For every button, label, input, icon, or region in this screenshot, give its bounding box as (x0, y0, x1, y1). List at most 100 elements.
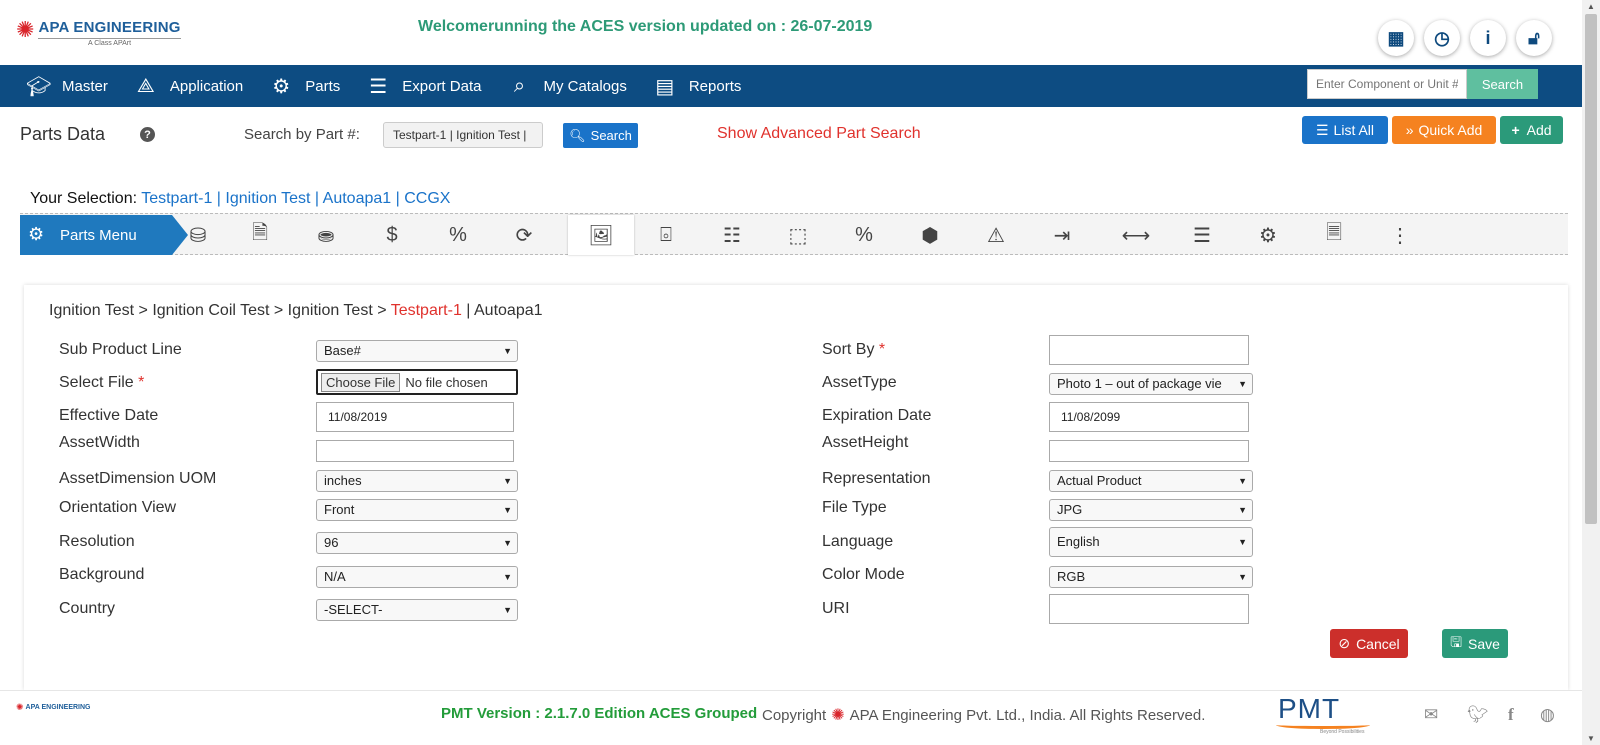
globe-icon[interactable]: ◍ (1540, 705, 1555, 725)
page-scrollbar[interactable]: ▲ ▼ (1582, 0, 1600, 745)
cancel-icon: ⊘ (1338, 635, 1351, 651)
facebook-icon[interactable]: f (1508, 705, 1514, 725)
file-type-select[interactable]: JPG ▼ (1049, 499, 1253, 521)
uri-label: URI (822, 600, 850, 617)
asset-form-panel: Ignition Test > Ignition Coil Test > Ign… (24, 285, 1568, 690)
main-nav: 🎓︎ Master ⟁ Application ⚙ Parts ☰ Export… (0, 65, 1582, 107)
resolution-select[interactable]: 96 ▼ (316, 532, 518, 554)
parts-menu-button[interactable]: ⚙ Parts Menu (20, 215, 188, 255)
image-icon[interactable]: 🖼︎ (568, 215, 634, 255)
nav-label: Parts (305, 77, 341, 95)
asset-type-select[interactable]: Photo 1 – out of package vie ▼ (1049, 373, 1253, 395)
part-search-input[interactable]: Testpart-1 | Ignition Test | (383, 122, 543, 148)
logo-tagline: A Class APArt (38, 38, 181, 47)
doc-info2-icon[interactable]: 🗏︎ (1314, 215, 1354, 255)
percent-doc-icon[interactable]: % (438, 215, 478, 255)
language-select[interactable]: English ▼ (1049, 527, 1253, 557)
dropdown-arrow-icon: ▼ (1238, 537, 1247, 547)
nav-item-reports[interactable]: ▤ Reports (653, 65, 741, 107)
choose-file-button[interactable]: Choose File (321, 372, 401, 392)
bom-icon[interactable]: ☷ (712, 215, 752, 255)
info-icon[interactable]: i (1470, 20, 1506, 56)
background-select[interactable]: N/A ▼ (316, 566, 518, 588)
doc-settings-icon[interactable]: ⚙ (1248, 215, 1288, 255)
file-input[interactable]: Choose File No file chosen (316, 369, 518, 395)
country-value: -SELECT- (324, 602, 383, 617)
cancel-label: Cancel (1356, 635, 1400, 652)
database-gear-icon[interactable]: ⛁ (178, 215, 218, 255)
discount-icon[interactable]: % (844, 215, 884, 255)
clock-icon[interactable]: ◷ (1424, 20, 1460, 56)
nav-item-export-data[interactable]: ☰ Export Data (366, 65, 481, 107)
selection-value[interactable]: Testpart-1 | Ignition Test | Autoapa1 | … (141, 190, 450, 207)
color-mode-value: RGB (1057, 569, 1086, 584)
money-hand-icon[interactable]: ⛂ (306, 215, 346, 255)
export-icon[interactable]: ⇥ (1042, 215, 1082, 255)
twitter-icon[interactable]: 🐦︎ (1467, 705, 1489, 725)
asset-uom-select[interactable]: inches ▼ (316, 470, 518, 492)
select-file-label: Select File * (59, 374, 144, 392)
footer-logo: ✺ APA ENGINEERING (16, 702, 91, 713)
copyright-prefix: Copyright (762, 706, 827, 724)
asset-uom-label: AssetDimension UOM (59, 470, 217, 487)
asset-type-label: AssetType (822, 374, 897, 391)
background-label: Background (59, 566, 145, 583)
cancel-button[interactable]: ⊘ Cancel (1330, 629, 1408, 658)
help-icon[interactable]: ? (140, 127, 155, 142)
nav-search-button[interactable]: Search (1467, 69, 1538, 99)
effective-date-input[interactable]: 11/08/2019 (316, 402, 514, 432)
scroll-up-icon[interactable]: ▲ (1587, 2, 1595, 11)
nav-item-parts[interactable]: ⚙ Parts (269, 65, 340, 107)
color-mode-select[interactable]: RGB ▼ (1049, 566, 1253, 588)
list-all-button[interactable]: ☰ List All (1302, 116, 1388, 144)
unlock-icon[interactable]: 🔓︎ (1516, 20, 1552, 56)
nav-label: Master (62, 77, 108, 95)
uri-input[interactable] (1049, 594, 1249, 624)
save-button[interactable]: 🖫︎ Save (1442, 629, 1508, 658)
apa-star-icon: ✺ (831, 707, 845, 724)
country-select[interactable]: -SELECT- ▼ (316, 599, 518, 621)
orientation-select[interactable]: Front ▼ (316, 499, 518, 521)
add-list-icon[interactable]: ☰ (1182, 215, 1222, 255)
required-mark: * (138, 374, 145, 391)
copyright: Copyright ✺ APA Engineering Pvt. Ltd., I… (762, 705, 1205, 725)
dropdown-arrow-icon: ▼ (503, 346, 512, 356)
asset-type-value: Photo 1 – out of package vie (1057, 376, 1222, 391)
file-type-label: File Type (822, 499, 887, 516)
representation-select[interactable]: Actual Product ▼ (1049, 470, 1253, 492)
footer-brand: APA ENGINEERING (25, 704, 91, 711)
part-search-button[interactable]: 🔍︎ Search (563, 123, 638, 148)
sort-by-input[interactable] (1049, 335, 1249, 365)
box-icon[interactable]: ⬢ (910, 215, 950, 255)
refresh-icon[interactable]: ⟳ (504, 215, 544, 255)
advanced-search-link[interactable]: Show Advanced Part Search (717, 125, 921, 143)
apa-logo[interactable]: ✺ APA ENGINEERING A Class APArt (16, 19, 181, 47)
resolution-label: Resolution (59, 533, 135, 550)
breadcrumb: Ignition Test > Ignition Coil Test > Ign… (49, 302, 543, 320)
focus-info-icon[interactable]: ⌻ (646, 215, 686, 255)
add-button[interactable]: + Add (1500, 116, 1563, 144)
nav-item-application[interactable]: ⟁ Application (134, 65, 243, 107)
asset-width-input[interactable] (316, 440, 514, 462)
dollar-bag-icon[interactable]: $ (372, 215, 412, 255)
hierarchy-icon[interactable]: ⋮ (1380, 215, 1420, 255)
expiration-date-input[interactable]: 11/08/2099 (1049, 402, 1249, 432)
dashboard-icon[interactable]: ▦ (1378, 20, 1414, 56)
warning-icon[interactable]: ⚠ (976, 215, 1016, 255)
mail-icon[interactable]: ✉ (1424, 705, 1438, 725)
scroll-thumb[interactable] (1585, 14, 1597, 524)
nav-item-master[interactable]: 🎓︎ Master (26, 65, 108, 107)
resolution-value: 96 (324, 535, 339, 550)
toolbar: Parts Data ? Search by Part #: Testpart-… (0, 110, 1582, 160)
component-search-input[interactable] (1307, 69, 1467, 99)
asset-height-input[interactable] (1049, 440, 1249, 462)
select-file-text: Select File (59, 374, 134, 391)
quick-add-button[interactable]: » Quick Add (1392, 116, 1496, 144)
nav-item-my-catalogs[interactable]: ⌕ My Catalogs (507, 65, 627, 107)
width-arrows-icon[interactable]: ⟷ (1116, 215, 1156, 255)
dimensions-icon[interactable]: ⬚ (778, 215, 818, 255)
breadcrumb-path[interactable]: Ignition Test > Ignition Coil Test > Ign… (49, 302, 391, 319)
document-info-icon[interactable]: 🗎︎ (240, 215, 280, 255)
scroll-down-icon[interactable]: ▼ (1587, 734, 1595, 743)
sub-product-line-select[interactable]: Base# ▼ (316, 340, 518, 362)
